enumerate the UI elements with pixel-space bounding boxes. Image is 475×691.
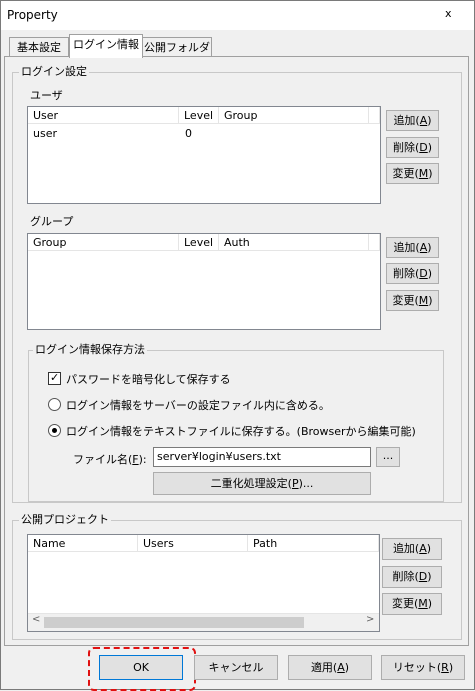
groups-col-filler [369, 234, 380, 251]
title-bar: Property x [1, 1, 474, 30]
groups-mod-key: M [418, 294, 429, 307]
users-col-filler [369, 107, 380, 124]
projects-delete-button[interactable]: 削除(D) [382, 566, 442, 588]
radio-selected-dot [52, 428, 57, 433]
scroll-right-icon[interactable]: > [366, 614, 374, 625]
dual-key: P [291, 477, 299, 490]
users-add-key: A [419, 114, 428, 127]
public-projects-list[interactable]: Name Users Path < > [27, 534, 380, 632]
groups-del-paren: ) [427, 267, 433, 280]
users-add-button[interactable]: 追加(A) [386, 110, 439, 131]
groups-delete-button[interactable]: 削除(D) [386, 263, 439, 284]
projects-del-key: D [418, 570, 428, 583]
groups-label: グループ [30, 215, 74, 228]
users-label: ユーザ [30, 89, 63, 102]
radio-server-config[interactable] [48, 398, 61, 411]
horizontal-scrollbar[interactable]: < > [28, 613, 379, 631]
groups-del-key: D [419, 267, 428, 280]
projects-modify-button[interactable]: 変更(M) [382, 593, 442, 615]
apply-button[interactable]: 適用(A) [288, 655, 372, 680]
public-projects-legend: 公開プロジェクト [19, 513, 111, 526]
dual-processing-button[interactable]: 二重化処理設定(P)... [153, 472, 371, 495]
projects-mod-key: M [418, 597, 428, 610]
users-col-group[interactable]: Group [219, 107, 369, 124]
projects-mod-paren: ) [427, 597, 433, 610]
reset-button[interactable]: リセット(R) [381, 655, 465, 680]
login-settings-legend: ログイン設定 [19, 65, 89, 78]
projects-add-button[interactable]: 追加(A) [382, 538, 442, 560]
ok-button[interactable]: OK [99, 655, 183, 680]
groups-col-group[interactable]: Group [28, 234, 179, 251]
projects-mod-label: 変更( [391, 597, 419, 610]
file-label-end: ): [138, 453, 147, 466]
groups-del-label: 削除( [392, 267, 420, 280]
reset-key: R [441, 661, 449, 674]
projects-add-paren: ) [426, 542, 432, 555]
close-icon[interactable]: x [445, 7, 452, 20]
dual-label: 二重化処理設定( [210, 477, 292, 490]
projects-del-label: 削除( [392, 570, 419, 583]
users-mod-paren: ) [428, 167, 433, 180]
groups-add-key: A [419, 241, 428, 254]
users-row-0-level[interactable]: 0 [185, 127, 192, 141]
groups-list[interactable]: Group Level Auth [27, 233, 381, 330]
radio-text-file[interactable] [48, 424, 61, 437]
groups-add-label: 追加( [393, 241, 420, 254]
save-method-legend: ログイン情報保存方法 [33, 343, 147, 356]
projects-add-label: 追加( [392, 542, 420, 555]
groups-col-level[interactable]: Level [179, 234, 219, 251]
users-modify-button[interactable]: 変更(M) [386, 163, 439, 184]
encrypt-checkbox[interactable]: ✓ [48, 371, 61, 385]
tab-basic-settings[interactable]: 基本設定 [9, 37, 69, 57]
projects-add-key: A [419, 542, 427, 555]
users-list[interactable]: User Level Group user 0 [27, 106, 381, 204]
groups-mod-label: 変更( [392, 294, 419, 307]
users-del-label: 削除( [392, 141, 420, 154]
users-delete-button[interactable]: 削除(D) [386, 137, 439, 158]
radio-text-file-label[interactable]: ログイン情報をテキストファイルに保存する。(Browserから編集可能) [66, 423, 416, 439]
check-mark-icon: ✓ [50, 371, 60, 384]
groups-col-auth[interactable]: Auth [219, 234, 369, 251]
encrypt-label[interactable]: パスワードを暗号化して保存する [66, 371, 231, 387]
apply-label: 適用( [310, 661, 338, 674]
groups-add-button[interactable]: 追加(A) [386, 237, 439, 258]
reset-label: リセット( [392, 661, 442, 674]
file-name-label: ファイル名(F): [73, 451, 147, 467]
radio-server-config-label[interactable]: ログイン情報をサーバーの設定ファイル内に含める。 [66, 397, 330, 413]
projects-col-users[interactable]: Users [138, 535, 248, 552]
users-add-label: 追加( [393, 114, 420, 127]
groups-add-paren: ) [427, 241, 432, 254]
file-label-text: ファイル名( [73, 453, 133, 466]
users-row-0-user[interactable]: user [33, 127, 57, 141]
scrollbar-thumb[interactable] [44, 617, 304, 628]
file-name-input[interactable]: server¥login¥users.txt [153, 447, 371, 467]
users-mod-key: M [418, 167, 429, 180]
users-del-paren: ) [427, 141, 433, 154]
projects-col-path[interactable]: Path [248, 535, 379, 552]
reset-paren: ) [448, 661, 454, 674]
cancel-button[interactable]: キャンセル [194, 655, 278, 680]
projects-col-name[interactable]: Name [28, 535, 138, 552]
dual-end: )... [298, 477, 314, 490]
window-title: Property [7, 8, 58, 22]
users-mod-label: 変更( [392, 167, 419, 180]
users-col-user[interactable]: User [28, 107, 179, 124]
users-add-paren: ) [427, 114, 432, 127]
scroll-left-icon[interactable]: < [32, 614, 40, 625]
groups-mod-paren: ) [428, 294, 433, 307]
tab-public-folder[interactable]: 公開フォルダ [142, 37, 212, 57]
groups-modify-button[interactable]: 変更(M) [386, 290, 439, 311]
projects-del-paren: ) [427, 570, 432, 583]
browse-button[interactable]: ... [376, 447, 400, 467]
users-col-level[interactable]: Level [179, 107, 219, 124]
apply-key: A [337, 661, 345, 674]
apply-paren: ) [344, 661, 350, 674]
users-del-key: D [419, 141, 428, 154]
tab-login-info[interactable]: ログイン情報 [69, 34, 143, 58]
